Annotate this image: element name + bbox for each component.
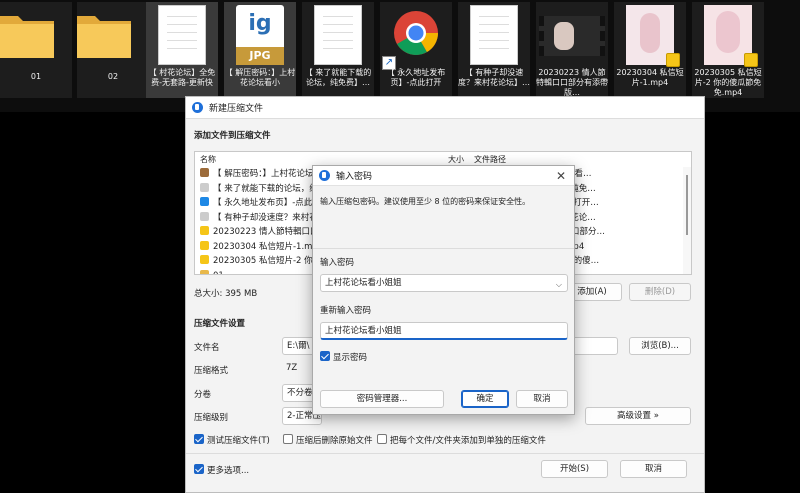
more-options-label[interactable]: 更多选项... <box>207 464 249 476</box>
app-icon <box>319 170 330 181</box>
cancel-button[interactable]: 取消 <box>516 390 568 408</box>
file-type-icon <box>200 255 209 264</box>
ok-button[interactable]: 确定 <box>461 390 509 408</box>
file-video[interactable]: 20230304 私信短片-1.mp4 <box>614 2 686 98</box>
file-document[interactable]: 【 来了就能下载的论坛，纯免费】… <box>302 2 374 98</box>
dialog-titlebar: 新建压缩文件 <box>186 97 704 119</box>
confirm-password-field[interactable]: 上村花论坛看小姐姐 <box>320 322 568 340</box>
section-add-files: 添加文件到压缩文件 <box>194 131 271 141</box>
separate-archives-checkbox[interactable] <box>377 434 387 444</box>
password-dialog-titlebar: 输入密码 ✕ <box>313 166 574 186</box>
separate-archives-label[interactable]: 把每个文件/文件夹添加到单独的压缩文件 <box>390 434 546 446</box>
file-name: 【 有种子却没速度？来村花论坛】… <box>458 68 530 87</box>
cancel-button[interactable]: 取消 <box>620 460 687 478</box>
show-password-label[interactable]: 显示密码 <box>333 351 367 363</box>
file-video[interactable]: 20230305 私信短片-2 你的傻瓜節免免.mp4 <box>692 2 764 98</box>
browse-button[interactable]: 浏览(B)... <box>629 337 691 355</box>
password-manager-button[interactable]: 密码管理器... <box>320 390 444 408</box>
file-name: 【 解压密码：】上村花论坛看小 <box>224 68 296 87</box>
video-thumbnail-icon <box>626 5 680 67</box>
column-header-name[interactable]: 名称 <box>200 152 216 167</box>
test-archive-label[interactable]: 测试压缩文件(T) <box>207 434 270 446</box>
file-type-icon <box>200 168 209 177</box>
delete-after-label[interactable]: 压缩后删除原始文件 <box>296 434 373 446</box>
level-label: 压缩级别 <box>194 413 229 423</box>
chevron-down-icon[interactable]: ⌵ <box>556 277 562 291</box>
list-scrollbar[interactable] <box>683 167 691 274</box>
chrome-icon <box>394 11 438 55</box>
show-password-checkbox[interactable] <box>320 351 330 361</box>
confirm-password-label: 重新输入密码 <box>320 306 372 316</box>
folder-icon <box>0 16 54 58</box>
section-archive-settings: 压缩文件设置 <box>194 319 246 329</box>
document-icon <box>470 5 518 65</box>
file-video[interactable]: 20230223 情人節特輯口口部分有添帶版… <box>536 2 608 98</box>
folder-icon <box>77 16 131 58</box>
delete-button[interactable]: 删除(D) <box>629 283 691 301</box>
file-type-icon <box>200 197 209 206</box>
format-label: 压缩格式 <box>194 366 229 376</box>
password-dialog: 输入密码 ✕ 输入压缩包密码。建议使用至少 8 位的密码来保证安全性。 输入密码… <box>312 165 575 415</box>
file-name: 02 <box>107 72 119 81</box>
media-badge-icon <box>666 53 680 67</box>
file-type-icon <box>200 211 209 221</box>
file-name: 01 <box>30 72 42 81</box>
file-name: 20230223 情人節特輯口口部分有添帶版… <box>536 68 608 97</box>
password-label: 输入密码 <box>320 258 355 268</box>
file-name: 【 永久地址发布页】-点此打开 <box>386 68 446 87</box>
file-folder-02[interactable]: 02 <box>77 2 149 98</box>
start-button[interactable]: 开始(S) <box>541 460 608 478</box>
more-options-checkbox[interactable] <box>194 464 204 474</box>
test-archive-checkbox[interactable] <box>194 434 204 444</box>
advanced-settings-button[interactable]: 高级设置 » <box>585 407 691 425</box>
jpg-icon: ig JPG <box>236 5 284 65</box>
file-type-icon <box>200 269 209 274</box>
file-chrome-shortcut[interactable]: ↗ 【 永久地址发布页】-点此打开 <box>380 2 452 98</box>
delete-after-checkbox[interactable] <box>283 434 293 444</box>
password-dialog-title: 输入密码 <box>336 172 373 182</box>
split-label: 分卷 <box>194 390 212 400</box>
file-document[interactable]: 【 有种子却没速度？来村花论坛】… <box>458 2 530 98</box>
video-thumbnail-icon <box>704 5 758 67</box>
close-icon[interactable]: ✕ <box>556 168 566 184</box>
file-jpg[interactable]: ig JPG 【 解压密码：】上村花论坛看小 <box>224 2 296 98</box>
password-description: 输入压缩包密码。建议使用至少 8 位的密码来保证安全性。 <box>320 197 531 206</box>
file-name: 【 来了就能下载的论坛，纯免费】… <box>304 68 372 87</box>
file-name: 20230305 私信短片-2 你的傻瓜節免免.mp4 <box>694 68 762 97</box>
file-name: 20230304 私信短片-1.mp4 <box>616 68 684 87</box>
divider <box>313 248 574 249</box>
app-icon <box>192 102 203 113</box>
file-document[interactable]: 【 村花论坛】全免费-无套路-更新快 <box>146 2 218 98</box>
media-badge-icon <box>744 53 758 67</box>
divider <box>186 453 704 454</box>
document-icon <box>158 5 206 65</box>
file-type-icon <box>200 182 209 192</box>
file-type-icon <box>200 240 209 250</box>
total-size: 总大小: 395 MB <box>194 289 258 299</box>
video-thumbnail-icon <box>539 16 605 56</box>
file-type-icon <box>200 226 209 235</box>
filename-label: 文件名 <box>194 343 220 353</box>
jpg-label: JPG <box>236 47 284 65</box>
password-field[interactable]: 上村花论坛看小姐姐 ⌵ <box>320 274 568 292</box>
document-icon <box>314 5 362 65</box>
dialog-title: 新建压缩文件 <box>209 104 264 114</box>
file-folder-01[interactable]: 01 <box>0 2 72 98</box>
password-value: 上村花论坛看小姐姐 <box>325 278 402 288</box>
file-name: 【 村花论坛】全免费-无套路-更新快 <box>148 68 216 87</box>
